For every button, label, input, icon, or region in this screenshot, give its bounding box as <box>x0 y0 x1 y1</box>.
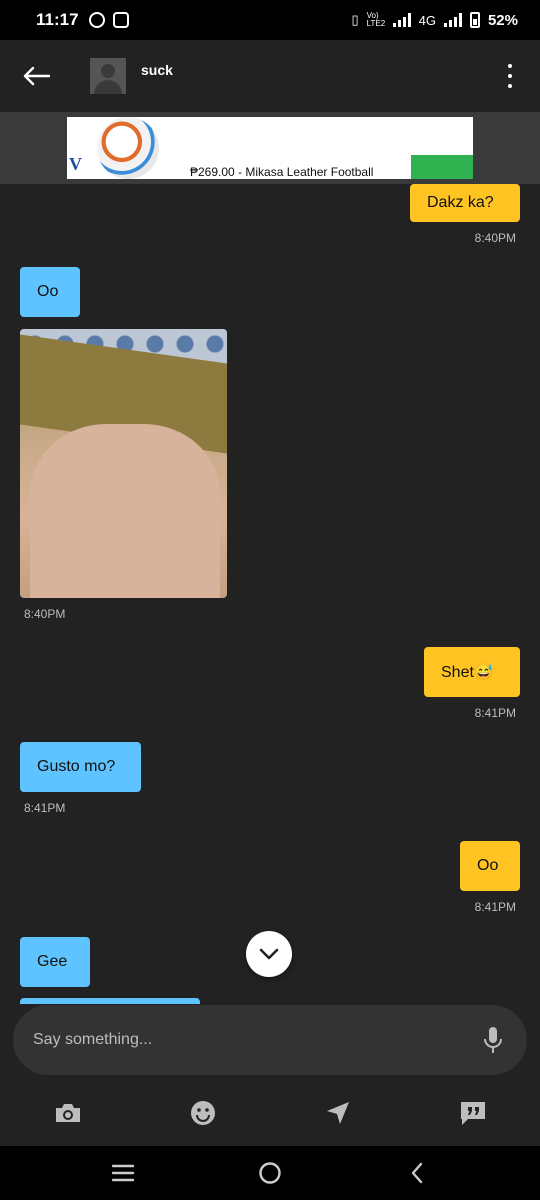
emoji-button[interactable] <box>135 1080 270 1146</box>
message-bubble-incoming[interactable]: Gee <box>20 937 90 987</box>
status-time: 11:17 <box>36 10 79 29</box>
system-back-button[interactable] <box>387 1146 447 1200</box>
contact-name[interactable]: suck <box>141 62 173 78</box>
battery-percent: 52% <box>487 11 518 29</box>
ad-banner[interactable]: V ₱269.00 - Mikasa Leather Football <box>67 117 473 179</box>
message-bubble-incoming[interactable]: Gusto mo? <box>20 742 141 792</box>
chat-header: suck <box>0 40 540 112</box>
avatar-head <box>101 64 115 78</box>
battery-icon <box>469 12 480 28</box>
send-location-button[interactable] <box>270 1080 405 1146</box>
status-right: ▯ Vo) LTE2 4G 52% <box>351 12 518 29</box>
message-bubble-outgoing[interactable]: Shet😅 <box>424 647 520 697</box>
signal-icon <box>392 13 411 27</box>
message-text: Gusto mo? <box>37 758 116 775</box>
message-text: Dakz ka? <box>427 194 494 211</box>
back-button[interactable] <box>0 40 72 112</box>
recent-apps-button[interactable] <box>93 1146 153 1200</box>
quick-reply-icon <box>460 1102 485 1125</box>
message-time: 8:41PM <box>474 900 516 914</box>
messenger-icon <box>88 12 105 28</box>
message-list[interactable]: Dakz ka? 8:40PM Oo 8:40PM Shet😅 8:41PM G… <box>0 184 540 1004</box>
dot <box>508 84 512 88</box>
home-button[interactable] <box>240 1146 300 1200</box>
more-options-button[interactable] <box>480 40 540 112</box>
message-text: Oo <box>477 857 499 874</box>
message-time: 8:41PM <box>24 801 66 815</box>
message-bubble-incoming-partial[interactable] <box>20 998 200 1004</box>
chat-screen: 11:17 ▯ Vo) LTE2 4G 52% suck V ₱269.00 -… <box>0 0 540 1200</box>
chat-toolbar <box>0 1080 540 1146</box>
message-composer <box>13 1005 527 1075</box>
message-bubble-outgoing[interactable]: Dakz ka? <box>410 184 520 222</box>
ad-cta-button[interactable] <box>411 155 473 179</box>
message-text: Oo <box>37 283 59 300</box>
message-time: 8:41PM <box>474 706 516 720</box>
photo-message[interactable] <box>20 329 227 598</box>
message-time: 8:40PM <box>24 607 66 621</box>
football-image <box>97 117 159 179</box>
camera-icon <box>55 1104 80 1122</box>
system-nav-bar <box>0 1146 540 1200</box>
status-bar: 11:17 ▯ Vo) LTE2 4G 52% <box>0 0 540 40</box>
message-input[interactable] <box>33 1031 481 1049</box>
avatar[interactable] <box>90 58 126 94</box>
volte-label: Vo) LTE2 <box>366 11 386 28</box>
chevron-down-icon <box>259 948 279 960</box>
camera-button[interactable] <box>0 1080 135 1146</box>
menu-lines-icon <box>112 1164 135 1182</box>
microphone-icon <box>484 1027 502 1053</box>
ad-strip: V ₱269.00 - Mikasa Leather Football <box>0 112 540 184</box>
home-circle-icon <box>259 1162 281 1184</box>
message-text: Gee <box>37 953 68 970</box>
signal-icon-2 <box>443 13 462 27</box>
avatar-body <box>94 80 122 94</box>
location-send-icon <box>326 1102 349 1124</box>
instagram-icon <box>112 12 129 28</box>
chevron-left-icon <box>411 1162 422 1184</box>
scroll-to-bottom-button[interactable] <box>246 931 292 977</box>
photo-skin <box>30 424 220 598</box>
dot <box>508 74 512 78</box>
ad-text: ₱269.00 - Mikasa Leather Football <box>190 165 374 179</box>
more-vertical-icon <box>508 64 512 68</box>
message-bubble-incoming[interactable]: Oo <box>20 267 80 317</box>
quick-reply-button[interactable] <box>405 1080 540 1146</box>
notification-icons <box>88 12 129 28</box>
message-bubble-outgoing[interactable]: Oo <box>460 841 520 891</box>
ad-logo: V <box>69 154 82 174</box>
network-label: 4G <box>418 12 436 28</box>
arrow-left-icon <box>23 66 50 86</box>
message-time: 8:40PM <box>474 231 516 245</box>
vibrate-icon: ▯ <box>351 12 359 27</box>
mic-button[interactable] <box>481 1025 505 1055</box>
message-text: Shet😅 <box>441 664 494 681</box>
emoji-icon <box>190 1101 215 1125</box>
